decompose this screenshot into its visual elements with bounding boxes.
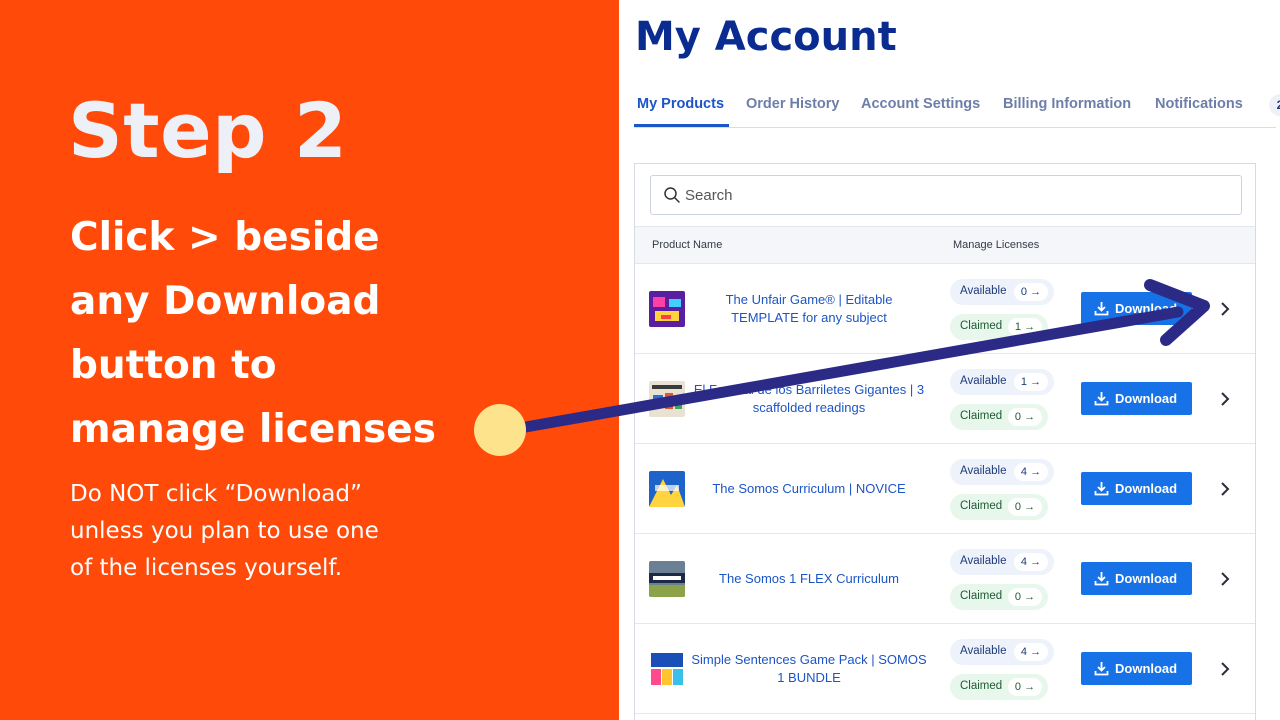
claimed-licenses[interactable]: Claimed 0 → xyxy=(950,494,1048,520)
products-card: Product Name Manage Licenses The Unfair … xyxy=(634,163,1256,720)
column-product-name: Product Name xyxy=(652,239,723,251)
search-icon xyxy=(664,187,680,203)
search-box xyxy=(650,175,1242,215)
active-tab-indicator xyxy=(634,124,729,127)
account-tabs: My Products Order History Account Settin… xyxy=(634,86,1280,128)
claimed-label: Claimed xyxy=(960,680,1003,692)
claimed-label: Claimed xyxy=(960,500,1003,512)
step-title: Step 2 xyxy=(68,86,348,175)
account-page: My Account My Products Order History Acc… xyxy=(619,0,1280,720)
available-count: 4 → xyxy=(1014,643,1048,661)
tab-my-products[interactable]: My Products xyxy=(637,96,724,112)
chevron-right-icon[interactable] xyxy=(1215,569,1235,589)
tab-billing-information[interactable]: Billing Information xyxy=(1003,96,1131,112)
available-label: Available xyxy=(960,645,1007,657)
claimed-licenses[interactable]: Claimed 0 → xyxy=(950,404,1048,430)
download-button[interactable]: Download xyxy=(1081,292,1192,325)
available-count: 1 → xyxy=(1014,373,1048,391)
tab-order-history[interactable]: Order History xyxy=(746,96,839,112)
download-button[interactable]: Download xyxy=(1081,472,1192,505)
instruction-line: Click > beside xyxy=(70,215,380,260)
tab-account-settings[interactable]: Account Settings xyxy=(861,96,980,112)
product-name-link[interactable]: The Somos Curriculum | NOVICE xyxy=(691,444,927,534)
available-label: Available xyxy=(960,465,1007,477)
tutorial-panel: Step 2 Click > beside any Download butto… xyxy=(0,0,619,720)
download-icon xyxy=(1094,572,1109,586)
available-label: Available xyxy=(960,375,1007,387)
table-row: The Somos 1 FLEX Curriculum Available 4 … xyxy=(635,534,1255,624)
claimed-count: 0 → xyxy=(1008,678,1042,696)
note-line: unless you plan to use one xyxy=(70,518,379,544)
download-icon xyxy=(1094,302,1109,316)
available-licenses[interactable]: Available 4 → xyxy=(950,459,1054,485)
chevron-right-icon[interactable] xyxy=(1215,389,1235,409)
claimed-count: 1 → xyxy=(1008,318,1042,336)
chevron-right-icon[interactable] xyxy=(1215,479,1235,499)
claimed-count: 0 → xyxy=(1008,588,1042,606)
product-thumbnail xyxy=(649,561,685,597)
table-header: Product Name Manage Licenses xyxy=(635,226,1255,264)
available-count: 4 → xyxy=(1014,463,1048,481)
chevron-right-icon[interactable] xyxy=(1215,659,1235,679)
page-title: My Account xyxy=(635,14,897,60)
instruction-text: Click > beside any Download button to ma… xyxy=(70,206,490,462)
product-thumbnail xyxy=(649,471,685,507)
product-thumbnail xyxy=(649,381,685,417)
download-icon xyxy=(1094,662,1109,676)
available-label: Available xyxy=(960,285,1007,297)
available-licenses[interactable]: Available 4 → xyxy=(950,639,1054,665)
claimed-label: Claimed xyxy=(960,590,1003,602)
product-name-link[interactable]: Simple Sentences Game Pack | SOMOS 1 BUN… xyxy=(691,624,927,714)
download-button[interactable]: Download xyxy=(1081,562,1192,595)
available-count: 4 → xyxy=(1014,553,1048,571)
notifications-count-badge: 2 xyxy=(1269,94,1280,116)
table-row: The Unfair Game® | Editable TEMPLATE for… xyxy=(635,264,1255,354)
download-button[interactable]: Download xyxy=(1081,382,1192,415)
note-line: of the licenses yourself. xyxy=(70,555,343,581)
download-icon xyxy=(1094,392,1109,406)
product-name-link[interactable]: The Unfair Game® | Editable TEMPLATE for… xyxy=(691,264,927,354)
search-input[interactable] xyxy=(685,176,1225,214)
download-button[interactable]: Download xyxy=(1081,652,1192,685)
instruction-line: button to xyxy=(70,343,277,388)
claimed-licenses[interactable]: Claimed 0 → xyxy=(950,674,1048,700)
claimed-count: 0 → xyxy=(1008,498,1042,516)
instruction-line: any Download xyxy=(70,279,381,324)
claimed-licenses[interactable]: Claimed 0 → xyxy=(950,584,1048,610)
instruction-line: manage licenses xyxy=(70,407,436,452)
claimed-licenses[interactable]: Claimed 1 → xyxy=(950,314,1048,340)
available-label: Available xyxy=(960,555,1007,567)
claimed-count: 0 → xyxy=(1008,408,1042,426)
table-row: The Somos Curriculum | NOVICE Available … xyxy=(635,444,1255,534)
column-manage-licenses: Manage Licenses xyxy=(953,239,1040,251)
chevron-right-icon[interactable] xyxy=(1215,299,1235,319)
note-line: Do NOT click “Download” xyxy=(70,481,362,507)
table-row: Simple Sentences Game Pack | SOMOS 1 BUN… xyxy=(635,624,1255,714)
claimed-label: Claimed xyxy=(960,410,1003,422)
available-licenses[interactable]: Available 1 → xyxy=(950,369,1054,395)
product-name-link[interactable]: The Somos 1 FLEX Curriculum xyxy=(691,534,927,624)
download-icon xyxy=(1094,482,1109,496)
product-thumbnail xyxy=(649,291,685,327)
warning-note: Do NOT click “Download” unless you plan … xyxy=(70,476,490,587)
table-row: El Festival de los Barriletes Gigantes |… xyxy=(635,354,1255,444)
available-licenses[interactable]: Available 0 → xyxy=(950,279,1054,305)
tab-notifications[interactable]: Notifications xyxy=(1155,96,1243,112)
available-licenses[interactable]: Available 4 → xyxy=(950,549,1054,575)
available-count: 0 → xyxy=(1014,283,1048,301)
product-thumbnail xyxy=(649,651,685,687)
claimed-label: Claimed xyxy=(960,320,1003,332)
product-name-link[interactable]: El Festival de los Barriletes Gigantes |… xyxy=(691,354,927,444)
